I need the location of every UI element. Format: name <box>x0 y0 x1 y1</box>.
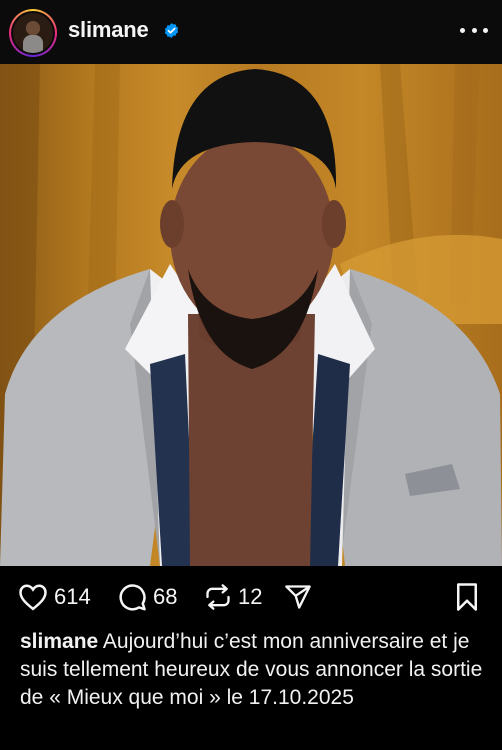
heart-icon <box>19 584 47 611</box>
comment-button[interactable]: 68 <box>117 582 177 612</box>
post-actions-bar: 614 68 12 <box>0 566 502 626</box>
comment-count: 68 <box>153 584 178 609</box>
repost-icon <box>206 584 230 610</box>
post-header: slimane <box>0 0 502 64</box>
like-count: 614 <box>54 584 91 609</box>
bookmark-icon <box>457 583 477 611</box>
share-button[interactable] <box>284 582 312 612</box>
caption-username[interactable]: slimane <box>20 630 98 653</box>
more-options-button[interactable] <box>460 18 488 42</box>
profile-avatar[interactable] <box>9 9 57 57</box>
repost-count: 12 <box>238 584 263 609</box>
more-horizontal-icon <box>460 27 465 33</box>
bookmark-button[interactable] <box>454 582 480 612</box>
post-photo[interactable] <box>0 64 502 566</box>
comment-icon <box>119 584 146 611</box>
verified-badge-icon <box>164 23 179 38</box>
repost-button[interactable]: 12 <box>204 582 262 612</box>
like-button[interactable]: 614 <box>18 582 91 612</box>
post-photo-illustration <box>0 64 502 566</box>
avatar-image <box>13 13 53 53</box>
post-caption: slimane Aujourd’hui c’est mon anniversai… <box>20 628 490 712</box>
username-link[interactable]: slimane <box>68 17 149 43</box>
share-icon <box>285 585 311 609</box>
